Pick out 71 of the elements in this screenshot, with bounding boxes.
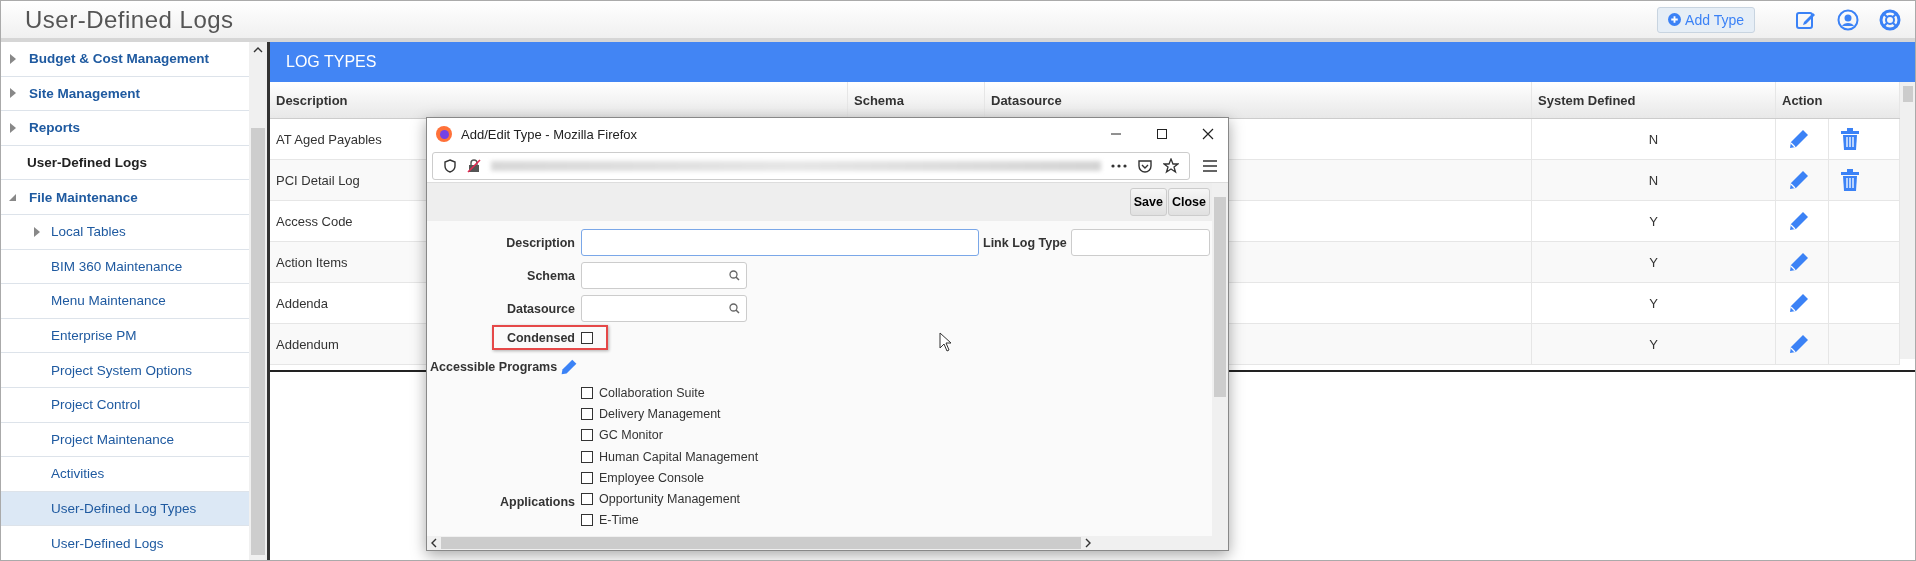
field-label: Datasource [505,301,576,316]
checkbox[interactable] [581,407,593,420]
sidebar-item[interactable]: User-Defined Log Types [1,491,249,527]
search-icon [729,270,740,281]
page-title: User-Defined Logs [25,5,234,34]
user-icon[interactable] [1837,8,1859,31]
table-cell: Y [1532,283,1776,323]
pencil-icon[interactable] [1788,210,1810,232]
field-label: Applications [499,495,576,510]
pencil-icon[interactable] [1788,251,1810,273]
collapsed-triangle-icon [9,53,17,64]
checkbox[interactable] [581,450,593,463]
checkbox-label: E-Time [599,513,639,528]
checkbox-label: Opportunity Management [599,492,741,507]
checkbox[interactable] [581,471,593,484]
checkbox-label: Collaboration Suite [599,385,705,400]
chevron-up-icon[interactable] [253,46,263,54]
mouse-cursor-icon [939,332,953,352]
checkbox[interactable] [581,514,593,527]
checkbox-label: Human Capital Management [599,449,759,464]
trash-icon[interactable] [1841,128,1859,150]
scrollbar[interactable] [1212,183,1228,550]
checkbox-label: Delivery Management [599,406,721,421]
collapsed-triangle-icon [33,226,41,237]
schema-field[interactable] [581,262,747,289]
checkbox[interactable] [581,386,593,399]
table-cell: Y [1532,324,1776,364]
table-cell: N [1532,119,1776,159]
condensed-checkbox[interactable] [581,332,593,344]
pencil-icon[interactable] [1788,128,1810,150]
close-icon[interactable] [1202,128,1214,140]
crossed-lock-icon[interactable] [467,159,481,173]
pencil-icon[interactable] [1788,169,1810,191]
browser-logo-icon [435,125,453,143]
pencil-icon[interactable] [560,358,579,376]
field-label: Condensed [505,331,576,345]
maximize-icon[interactable] [1156,128,1168,140]
pencil-icon[interactable] [1788,292,1810,314]
description-field[interactable] [581,229,979,256]
plus-circle-icon [1668,13,1682,26]
section-title: LOG TYPES [286,53,377,71]
pencil-icon[interactable] [1788,333,1810,355]
scrollbar[interactable] [427,536,1212,550]
checkbox[interactable] [581,493,593,506]
link-log-type-field[interactable] [1070,229,1210,256]
checkbox[interactable] [581,429,593,442]
trash-icon[interactable] [1841,169,1859,191]
close-button[interactable]: Close [1167,188,1210,216]
menu-icon[interactable] [1202,159,1218,173]
search-icon [729,303,740,314]
shield-icon[interactable] [443,159,457,173]
table-cell: Y [1532,201,1776,241]
column-header[interactable]: System Defined [1532,82,1776,118]
table-cell: N [1532,160,1776,200]
pocket-icon[interactable] [1137,158,1153,174]
more-dots-icon[interactable] [1111,163,1127,169]
lifebuoy-icon[interactable] [1879,8,1901,31]
datasource-field[interactable] [581,295,747,322]
scrollbar[interactable] [249,42,267,560]
expanded-triangle-icon [9,192,17,203]
star-icon[interactable] [1163,158,1179,174]
table-cell: Y [1532,242,1776,282]
checkbox-label: Employee Console [599,470,704,485]
checkbox-label: GC Monitor [599,428,663,443]
field-label: Schema [526,268,576,283]
field-label: Link Log Type [983,235,1067,250]
save-button[interactable]: Save [1129,188,1167,216]
collapsed-triangle-icon [9,123,17,133]
collapsed-triangle-icon [9,88,17,99]
window-title: Add/Edit Type - Mozilla Firefox [461,126,639,142]
scrollbar[interactable] [1900,82,1915,359]
